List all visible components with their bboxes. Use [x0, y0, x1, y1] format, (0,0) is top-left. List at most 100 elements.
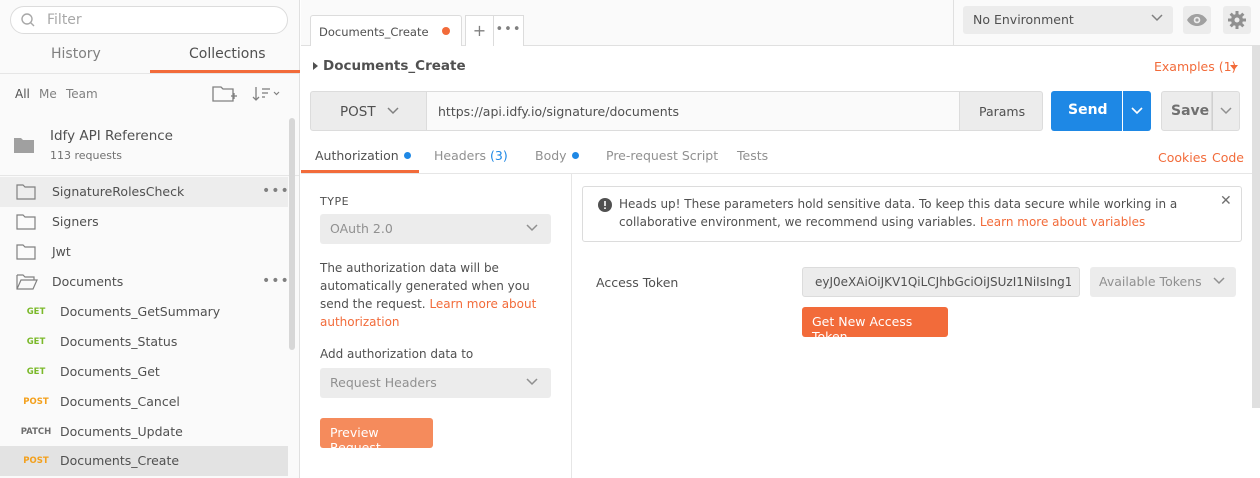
send-button[interactable]: Send [1051, 91, 1122, 131]
method-badge: POST [23, 397, 49, 407]
sensitive-data-alert: Heads up! These parameters hold sensitiv… [582, 186, 1242, 242]
add-auth-to-select[interactable]: Request Headers [320, 368, 551, 398]
params-label: Params [979, 104, 1026, 119]
folder-item[interactable]: Jwt [0, 237, 288, 267]
caret-down-icon [1230, 65, 1238, 70]
auth-description: The authorization data will be automatic… [320, 259, 558, 331]
environment-select[interactable]: No Environment [963, 6, 1173, 34]
divider [953, 0, 954, 46]
headers-count: (3) [490, 148, 508, 163]
request-name: Documents_Cancel [60, 394, 180, 409]
add-auth-to-value: Request Headers [330, 375, 437, 390]
access-token-input[interactable]: eyJ0eXAiOiJKV1QiLCJhbGciOiJSUzI1NiIsIng1… [802, 267, 1080, 297]
active-dot-icon [403, 152, 411, 159]
available-tokens-label: Available Tokens [1099, 274, 1202, 289]
method-badge: GET [26, 337, 46, 347]
collection-count: 113 requests [50, 149, 123, 162]
request-item[interactable]: GET Documents_GetSummary [0, 297, 288, 327]
scope-me[interactable]: Me [39, 87, 57, 101]
chevron-down-icon [1131, 107, 1143, 115]
method-label: POST [340, 104, 376, 120]
method-badge: PATCH [20, 427, 52, 437]
access-token-label: Access Token [596, 275, 679, 290]
folder-icon [16, 244, 36, 260]
url-input[interactable]: https://api.idfy.io/signature/documents [427, 91, 960, 131]
tab-headers-label: Headers [434, 148, 487, 163]
tab-prerequest-script[interactable]: Pre-request Script [606, 148, 718, 163]
tab-headers[interactable]: Headers (3) [434, 148, 508, 163]
folder-icon [14, 138, 34, 153]
cookies-link[interactable]: Cookies [1158, 150, 1207, 165]
sort-icon[interactable] [252, 85, 282, 103]
tab-bar: Documents_Create + ••• No Environment [301, 0, 1260, 46]
unsaved-dot-icon [442, 27, 450, 35]
available-tokens-select[interactable]: Available Tokens [1090, 267, 1236, 297]
sidebar: Filter History Collections All Me Team I… [0, 0, 300, 478]
save-button[interactable]: Save [1161, 91, 1212, 131]
request-item[interactable]: POST Documents_Cancel [0, 387, 288, 417]
tab-body[interactable]: Body [535, 148, 579, 163]
new-tab-button[interactable]: + [465, 15, 494, 46]
params-button[interactable]: Params [959, 91, 1043, 131]
new-folder-icon[interactable] [212, 84, 238, 104]
alert-message: Heads up! These parameters hold sensitiv… [619, 195, 1219, 231]
environment-quick-look-button[interactable] [1183, 6, 1211, 34]
folder-open-icon [16, 274, 38, 290]
auth-type-select[interactable]: OAuth 2.0 [320, 214, 551, 244]
folder-label: Jwt [52, 244, 71, 259]
send-options-button[interactable] [1123, 91, 1151, 131]
folder-label: Signers [52, 214, 99, 229]
request-tab[interactable]: Documents_Create [310, 15, 462, 46]
request-item[interactable]: GET Documents_Get [0, 357, 288, 387]
scope-all[interactable]: All [15, 87, 30, 101]
folder-item[interactable]: SignatureRolesCheck ••• [0, 177, 290, 207]
active-dot-icon [571, 152, 579, 159]
get-new-access-token-button[interactable]: Get New Access Token [802, 307, 948, 344]
chevron-down-icon [1220, 107, 1232, 115]
filter-input[interactable]: Filter [10, 6, 288, 34]
learn-more-variables-link[interactable]: Learn more about variables [980, 215, 1145, 229]
url-value: https://api.idfy.io/signature/documents [438, 104, 680, 119]
request-item-selected[interactable]: POST Documents_Create [0, 446, 288, 476]
close-icon[interactable]: ✕ [1220, 193, 1232, 209]
folder-icon [16, 184, 36, 200]
tab-collections[interactable]: Collections [189, 46, 266, 62]
folder-more-button[interactable]: ••• [262, 183, 290, 199]
chevron-down-icon [387, 107, 399, 115]
request-item[interactable]: GET Documents_Status [0, 327, 288, 357]
auth-type-value: OAuth 2.0 [330, 221, 393, 236]
manage-environments-button[interactable] [1223, 6, 1251, 34]
collection-item[interactable]: Idfy API Reference 113 requests [0, 118, 299, 176]
examples-dropdown[interactable]: Examples (1) [1154, 59, 1236, 74]
tab-authorization-label: Authorization [315, 148, 399, 163]
preview-request-button[interactable]: Preview Request [320, 418, 433, 455]
chevron-down-icon [526, 224, 538, 232]
request-name: Documents_Status [60, 334, 178, 349]
sidebar-scrollbar[interactable] [289, 118, 295, 350]
search-icon [21, 13, 35, 27]
access-token-value: eyJ0eXAiOiJKV1QiLCJhbGciOiJSUzI1NiIsIng1… [815, 275, 1071, 289]
caret-right-icon[interactable] [313, 62, 318, 70]
eye-icon [1187, 14, 1207, 26]
tab-history[interactable]: History [51, 46, 101, 62]
main-scrollbar[interactable] [1252, 46, 1260, 408]
folder-more-button[interactable]: ••• [262, 273, 290, 289]
tab-tests[interactable]: Tests [737, 148, 768, 163]
tab-authorization[interactable]: Authorization [315, 148, 411, 163]
auth-type-heading: TYPE [320, 195, 350, 208]
filter-placeholder: Filter [47, 12, 82, 28]
tab-more-button[interactable]: ••• [494, 15, 524, 46]
chevron-down-icon [526, 378, 538, 386]
get-new-access-token-label: Get New Access Token [812, 314, 913, 344]
request-item[interactable]: PATCH Documents_Update [0, 417, 288, 447]
method-badge: GET [26, 307, 46, 317]
method-badge: GET [26, 367, 46, 377]
folder-item[interactable]: Documents ••• [0, 267, 290, 297]
folder-label: Documents [52, 274, 124, 289]
save-options-button[interactable] [1212, 91, 1240, 131]
folder-item[interactable]: Signers [0, 207, 288, 237]
scope-team[interactable]: Team [66, 87, 98, 101]
chevron-down-icon [1151, 14, 1163, 22]
code-link[interactable]: Code [1212, 150, 1244, 165]
method-select[interactable]: POST [310, 91, 427, 131]
